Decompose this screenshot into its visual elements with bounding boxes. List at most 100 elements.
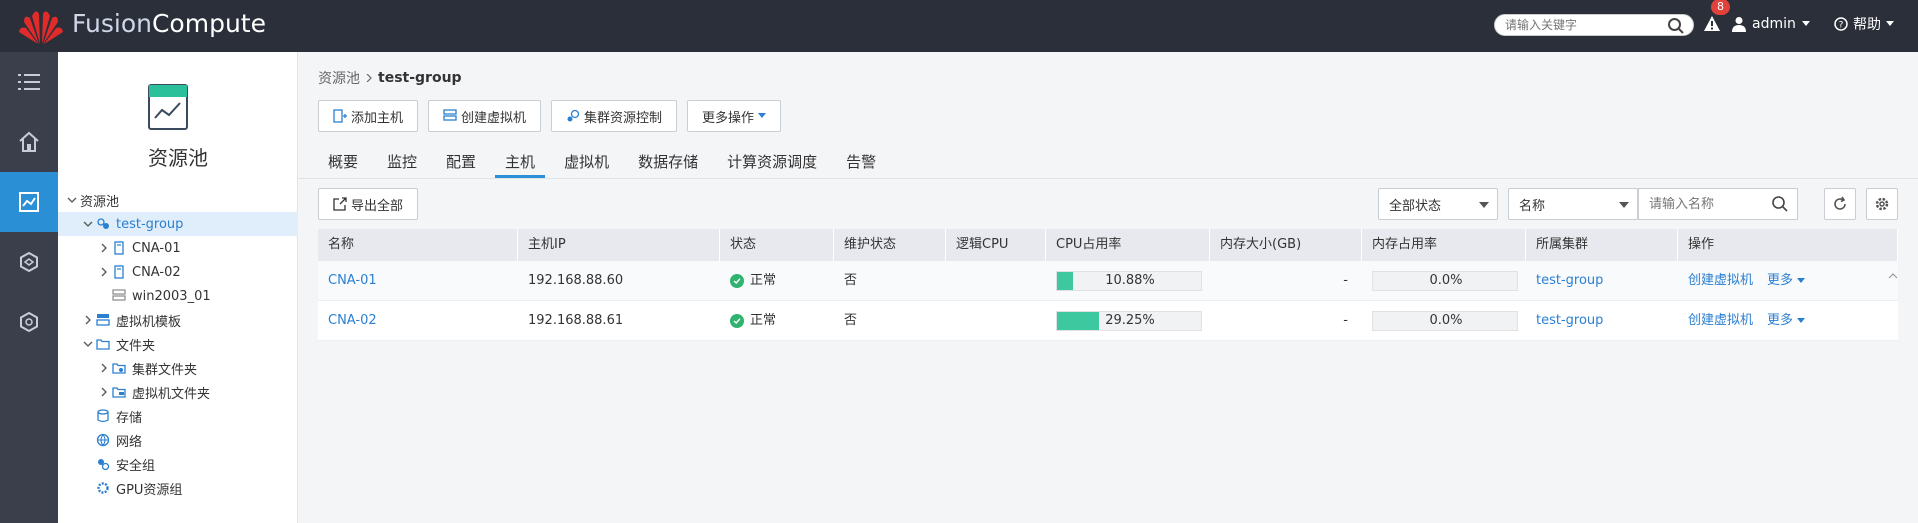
chevron-right-icon[interactable] — [82, 314, 94, 326]
tree-item-label: 网络 — [116, 434, 143, 450]
status-filter-select[interactable]: 全部状态 — [1378, 188, 1498, 220]
tree-item-label: GPU资源组 — [116, 482, 183, 498]
host-name-link[interactable]: CNA-01 — [328, 273, 377, 288]
tree-item[interactable]: win2003_01 — [58, 284, 298, 308]
create-vm-button[interactable]: 创建虚拟机 — [428, 100, 542, 132]
chevron-right-icon[interactable] — [98, 266, 110, 278]
tab-2[interactable]: 配置 — [436, 148, 486, 178]
resource-pool-large-icon — [148, 84, 188, 130]
tree-item-label: 资源池 — [80, 194, 120, 210]
search-icon[interactable] — [1667, 17, 1685, 35]
name-search-input[interactable] — [1649, 196, 1769, 212]
chevron-down-icon[interactable] — [66, 194, 78, 206]
tab-0[interactable]: 概要 — [318, 148, 368, 178]
tab-6[interactable]: 计算资源调度 — [717, 148, 827, 178]
cluster-resource-control-button[interactable]: 集群资源控制 — [551, 100, 678, 132]
column-header[interactable]: 名称 — [318, 229, 518, 261]
search-icon[interactable] — [1771, 195, 1789, 213]
status-text: 正常 — [750, 312, 777, 328]
tab-1[interactable]: 监控 — [377, 148, 427, 178]
name-search — [1638, 188, 1798, 220]
column-header[interactable]: 主机IP — [518, 229, 720, 261]
more-actions-link[interactable]: 更多 — [1767, 261, 1806, 301]
nav-resource-pool[interactable] — [0, 172, 58, 232]
more-ops-button[interactable]: 更多操作 — [687, 100, 782, 132]
tree-item[interactable]: 虚拟机模板 — [58, 308, 298, 332]
tree-item[interactable]: CNA-02 — [58, 260, 298, 284]
column-header[interactable]: 维护状态 — [834, 229, 946, 261]
tree-item[interactable]: 虚拟机文件夹 — [58, 380, 298, 404]
settings-button[interactable] — [1866, 188, 1898, 220]
gpu-icon — [96, 481, 110, 495]
cluster-link[interactable]: test-group — [1536, 273, 1603, 288]
breadcrumb-current: test-group — [378, 70, 462, 86]
chevron-down-icon[interactable] — [82, 218, 94, 230]
user-icon — [1732, 17, 1746, 32]
tab-4[interactable]: 虚拟机 — [554, 148, 619, 178]
export-all-button[interactable]: 导出全部 — [318, 188, 419, 220]
host-ip-cell: 192.168.88.60 — [528, 272, 624, 288]
breadcrumb-root[interactable]: 资源池 — [318, 68, 360, 88]
tree-item[interactable]: 存储 — [58, 404, 298, 428]
nav-network[interactable] — [0, 232, 58, 292]
column-header[interactable]: 所属集群 — [1526, 229, 1678, 261]
column-header[interactable]: 状态 — [720, 229, 834, 261]
memory-cell: - — [1343, 272, 1348, 288]
vm-icon — [112, 289, 126, 303]
tree-item[interactable]: GPU资源组 — [58, 476, 298, 500]
global-search-input[interactable] — [1505, 15, 1665, 35]
add-host-button[interactable]: 添加主机 — [318, 100, 419, 132]
tree-item[interactable]: 资源池 — [58, 188, 298, 212]
column-header[interactable]: 操作 — [1678, 229, 1898, 261]
tree-item[interactable]: 集群文件夹 — [58, 356, 298, 380]
chevron-right-icon[interactable] — [98, 362, 110, 374]
column-header[interactable]: 逻辑CPU — [946, 229, 1046, 261]
top-bar: FusionCompute 8 admin ? 帮助 — [0, 0, 1918, 52]
table-row[interactable]: CNA-02 192.168.88.61 正常 否 29.25% - 0.0% test-gr… — [318, 301, 1898, 341]
create-vm-link[interactable]: 创建虚拟机 — [1688, 273, 1753, 288]
chevron-right-icon[interactable] — [98, 386, 110, 398]
tree-item[interactable]: 文件夹 — [58, 332, 298, 356]
search-field-select[interactable]: 名称 — [1508, 188, 1638, 220]
refresh-button[interactable] — [1824, 188, 1856, 220]
logical-cpu-cell — [946, 301, 1046, 341]
column-header[interactable]: 内存大小(GB) — [1210, 229, 1362, 261]
create-vm-icon — [443, 109, 457, 121]
host-name-cell: CNA-02 — [318, 301, 518, 341]
cpu-usage-cell: 10.88% — [1046, 261, 1210, 301]
nav-system[interactable] — [0, 292, 58, 352]
product-title: FusionCompute — [72, 9, 266, 38]
user-menu[interactable]: admin — [1732, 14, 1810, 34]
host-icon — [112, 241, 126, 255]
tree-item[interactable]: 安全组 — [58, 452, 298, 476]
tab-3[interactable]: 主机 — [495, 148, 546, 178]
help-menu[interactable]: ? 帮助 — [1834, 14, 1894, 34]
alert-icon[interactable] — [1702, 14, 1722, 34]
column-header[interactable]: 内存占用率 — [1362, 229, 1526, 261]
tree-item[interactable]: test-group — [58, 212, 298, 236]
actions-cell: 创建虚拟机 更多 — [1678, 261, 1898, 301]
scroll-up-icon[interactable] — [1888, 271, 1898, 281]
create-vm-link[interactable]: 创建虚拟机 — [1688, 313, 1753, 328]
nav-menu[interactable] — [0, 52, 58, 112]
table-row[interactable]: CNA-01 192.168.88.60 正常 否 10.88% - 0.0% test-gr… — [318, 261, 1898, 301]
host-name-link[interactable]: CNA-02 — [328, 313, 377, 328]
tree-item-label: 安全组 — [116, 458, 156, 474]
chevron-right-icon[interactable] — [98, 242, 110, 254]
user-name: admin — [1752, 16, 1796, 32]
chevron-down-icon[interactable] — [82, 338, 94, 350]
tree-item[interactable]: CNA-01 — [58, 236, 298, 260]
column-header[interactable]: CPU占用率 — [1046, 229, 1210, 261]
tab-7[interactable]: 告警 — [836, 148, 886, 178]
tab-5[interactable]: 数据存储 — [628, 148, 708, 178]
cpu-usage-text: 10.88% — [1105, 272, 1155, 288]
more-label: 更多 — [1767, 312, 1794, 328]
cluster-link[interactable]: test-group — [1536, 313, 1603, 328]
more-actions-link[interactable]: 更多 — [1767, 301, 1806, 341]
status-ok-icon — [730, 313, 744, 328]
nav-home[interactable] — [0, 112, 58, 172]
hosts-content: 导出全部 全部状态 名称 名称主机IP状态维护状态逻辑CPUCPU占用率内存大小… — [298, 179, 1918, 523]
tree-item[interactable]: 网络 — [58, 428, 298, 452]
